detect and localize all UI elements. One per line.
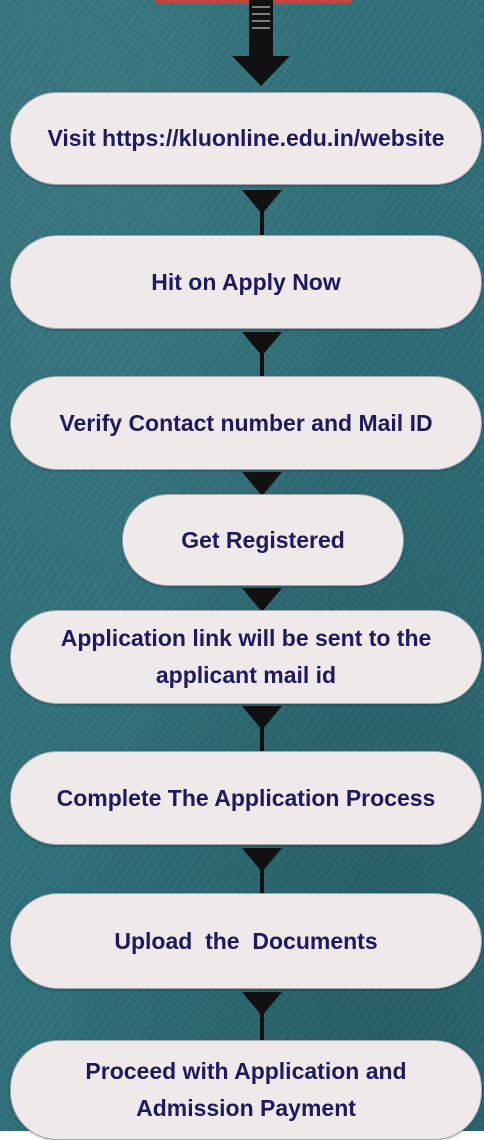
step-label: Proceed with Application and Admission P… xyxy=(85,1058,413,1121)
step-label: Complete The Application Process xyxy=(56,784,436,811)
step-get-registered: Get Registered xyxy=(122,494,404,586)
step-visit-website: Visit https://kluonline.edu.in/website xyxy=(10,92,482,185)
step-label: Visit https://kluonline.edu.in/website xyxy=(47,125,445,151)
step-label: Upload the Documents xyxy=(114,927,378,954)
step-upload-documents: Upload the Documents xyxy=(10,893,482,989)
step-complete-application: Complete The Application Process xyxy=(10,751,482,845)
step-label: Application link will be sent to the app… xyxy=(60,625,438,688)
step-verify-contact: Verify Contact number and Mail ID xyxy=(10,376,482,470)
step-label: Get Registered xyxy=(181,526,345,553)
step-label: Verify Contact number and Mail ID xyxy=(59,409,433,436)
step-application-link: Application link will be sent to the app… xyxy=(10,610,482,704)
step-proceed-payment: Proceed with Application and Admission P… xyxy=(10,1040,482,1140)
step-label: Hit on Apply Now xyxy=(151,268,341,295)
step-apply-now: Hit on Apply Now xyxy=(10,235,482,329)
down-arrow-icon xyxy=(232,0,290,88)
